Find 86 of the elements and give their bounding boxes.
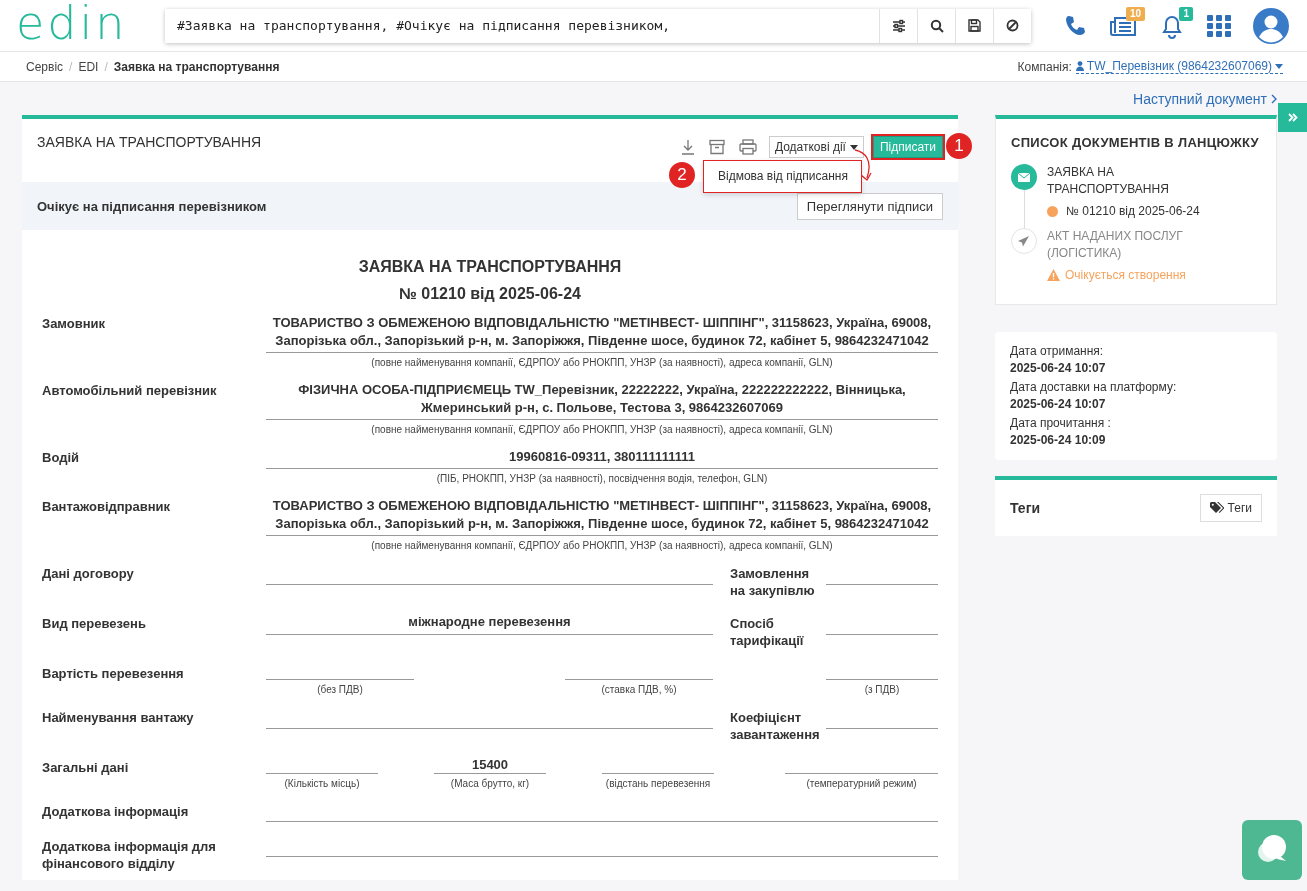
search-bar[interactable]: #Заявка на транспортування, #Очікує на підписання перевізником, <box>165 8 1031 43</box>
field-label: Загальні дані <box>42 759 130 777</box>
field-hint: (Маса брутто, кг) <box>449 777 531 791</box>
field-label: Водій <box>42 449 80 467</box>
apps-grid-icon[interactable] <box>1207 14 1231 37</box>
tag-icon <box>1209 502 1224 514</box>
form-number: № 01210 від 2025-06-24 <box>398 284 582 304</box>
field-label: Замовлення на закупівлю <box>730 565 816 600</box>
download-icon[interactable] <box>680 139 695 155</box>
breadcrumb-separator: / <box>69 59 73 74</box>
status-text: Очікує на підписання перевізником <box>37 198 267 214</box>
avatar-icon[interactable] <box>1253 7 1289 44</box>
date-label: Дата доставки на платформу: <box>1010 379 1178 396</box>
filter-icon <box>891 18 906 33</box>
callout-number: 2 <box>669 162 695 188</box>
breadcrumb-separator: / <box>104 59 108 74</box>
breadcrumb-link[interactable]: Сервіс <box>26 59 64 74</box>
field-hint: (Кількість місць) <box>283 777 361 791</box>
field-value: ФІЗИЧНА ОСОБА-ПІДПРИЄМЕЦЬ TW_Перевізник, 22222222, Україна, 222222222222, Вінницька, Жмеринський р-н, с. Польове, Тестова 3, 9864232607069 <box>266 380 938 420</box>
chain-document-title: АКТ НАДАНИХ ПОСЛУГ (ЛОГІСТИКА) <box>1047 228 1184 262</box>
form-title: ЗАЯВКА НА ТРАНСПОРТУВАННЯ <box>357 257 623 277</box>
print-icon[interactable] <box>738 139 757 155</box>
field-label: Спосіб тарифікації <box>730 615 805 650</box>
view-signatures-button[interactable]: Переглянути підписи <box>796 192 943 220</box>
double-chevron-icon <box>1287 113 1298 122</box>
next-document-link[interactable]: Наступний документ <box>1133 90 1277 107</box>
date-value: 2025-06-24 10:07 <box>1010 360 1107 377</box>
company-label: Компанія: <box>1017 59 1072 74</box>
save-button[interactable] <box>955 8 993 43</box>
field-hint: (відстань перевезення <box>604 777 712 791</box>
panel-title: СПИСОК ДОКУМЕНТІВ В ЛАНЦЮЖКУ <box>1011 135 1260 150</box>
count-badge: 1 <box>1179 6 1193 21</box>
tags-button[interactable]: Теги <box>1199 494 1262 522</box>
field-value: 15400 <box>471 757 509 772</box>
field-label: Коефіцієнт завантаження <box>730 709 821 744</box>
field-hint: (повне найменування компанії, ЄДРПОУ або РНОКПП, УНЗР (за наявності), адреса компанії, GLN) <box>370 423 834 437</box>
field-label: Вартість перевезення <box>42 665 185 683</box>
phone-icon[interactable] <box>1065 14 1087 37</box>
field-hint: (повне найменування компанії, ЄДРПОУ або РНОКПП, УНЗР (за наявності), адреса компанії, GLN) <box>370 539 834 553</box>
field-value: ТОВАРИСТВО З ОБМЕЖЕНОЮ ВІДПОВІДАЛЬНІСТЮ "МЕТІНВЕСТ- ШІППІНГ", 31158623, Україна, 69008, Запорізька обл., Запорізький р-н, м. Запоріжжя, Південне шосе, будинок 72, кабінет 5, 9864232471042 <box>266 313 938 353</box>
field-label: Додаткова інформація для фінансового відділу <box>42 838 217 872</box>
count-badge: 10 <box>1125 6 1145 21</box>
field-hint: (ставка ПДВ, %) <box>600 683 678 697</box>
chevron-right-icon <box>1271 93 1277 104</box>
clear-icon <box>1006 19 1019 32</box>
breadcrumb-link[interactable]: EDI <box>78 59 99 74</box>
document-title: ЗАЯВКА НА ТРАНСПОРТУВАННЯ <box>37 134 262 150</box>
breadcrumb-link[interactable]: Заявка на транспортування <box>113 59 280 74</box>
field-value: 19960816-09311, 380111111111 <box>266 447 938 469</box>
caret-icon <box>849 144 858 150</box>
field-label: Найменування вантажу <box>42 709 195 727</box>
caret-icon <box>1275 63 1283 69</box>
field-hint: (без ПДВ) <box>316 683 364 697</box>
status-note: Очікується створення <box>1065 268 1186 282</box>
search-field[interactable]: #Заявка на транспортування, #Очікує на підписання перевізником, <box>165 8 879 43</box>
field-hint: (з ПДВ) <box>863 683 901 697</box>
field-hint: (повне найменування компанії, ЄДРПОУ або РНОКПП, УНЗР (за наявності), адреса компанії, GLN) <box>370 356 834 370</box>
user-icon <box>1075 61 1084 71</box>
warning-icon <box>1047 269 1060 281</box>
field-label: Додаткова інформація <box>42 803 190 821</box>
date-value: 2025-06-24 10:09 <box>1010 432 1107 449</box>
field-hint: (ПІБ, РНОКПП, УНЗР (за наявності), посвідчення водія, телефон, GLN) <box>435 472 769 486</box>
archive-icon[interactable] <box>708 139 725 155</box>
field-label: Вантажовідправник <box>42 498 172 516</box>
search-button[interactable] <box>917 8 955 43</box>
date-label: Дата отримання: <box>1010 343 1105 360</box>
date-label: Дата прочитання : <box>1010 415 1112 432</box>
callout-number: 1 <box>946 133 972 159</box>
field-value: ТОВАРИСТВО З ОБМЕЖЕНОЮ ВІДПОВІДАЛЬНІСТЮ "МЕТІНВЕСТ- ШІППІНГ", 31158623, Україна, 69008, Запорізька обл., Запорізький р-н, м. Запоріжжя, Південне шосе, будинок 72, кабінет 5, 9864232471042 <box>266 496 938 536</box>
chain-document-title[interactable]: ЗАЯВКА НА ТРАНСПОРТУВАННЯ <box>1047 164 1237 198</box>
field-label: Автомобільний перевізник <box>42 382 218 400</box>
search-icon <box>929 18 944 33</box>
filter-button[interactable] <box>879 8 917 43</box>
clear-button[interactable] <box>993 8 1031 43</box>
field-label: Дані договору <box>42 565 135 583</box>
field-hint: (температурний режим) <box>805 777 918 791</box>
document-number: № 01210 від 2025-06-24 <box>1066 204 1200 218</box>
field-value: міжнародне перевезення <box>408 614 571 629</box>
panel-title: Теги <box>1010 500 1041 516</box>
field-label: Вид перевезень <box>42 615 147 633</box>
envelope-icon <box>1011 164 1037 190</box>
more-actions-dropdown[interactable]: Додаткові дії <box>768 136 864 158</box>
date-value: 2025-06-24 10:07 <box>1010 396 1107 413</box>
company-selector[interactable]: TW_Перевізник (9864232607069) <box>1075 59 1283 74</box>
field-label: Замовник <box>42 315 107 333</box>
menu-item[interactable]: Відмова від підписання <box>704 161 861 192</box>
